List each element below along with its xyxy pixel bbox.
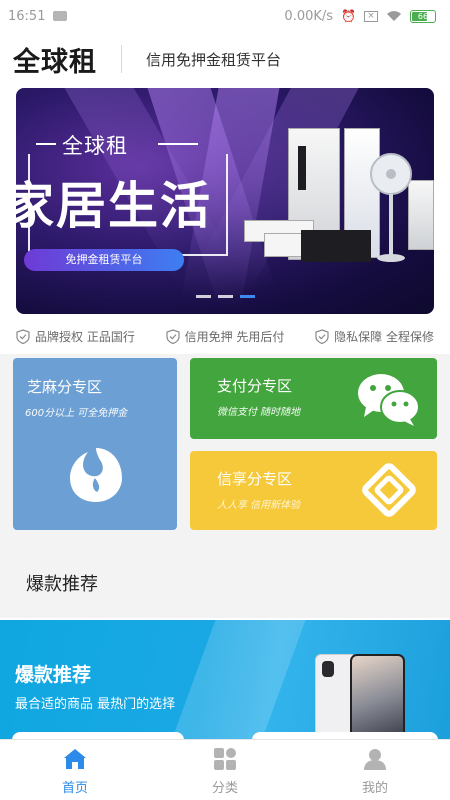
shield-check-icon — [16, 328, 30, 344]
battery-icon: 66 — [410, 9, 436, 23]
nav-label: 首页 — [61, 781, 88, 796]
guarantee-item: 隐私保障 全程保修 — [315, 326, 434, 346]
carousel-dot-active[interactable] — [239, 295, 255, 298]
guarantee-item: 信用免押 先用后付 — [165, 326, 285, 346]
alarm-off-icon: ⏰ — [341, 9, 356, 23]
carousel-indicators — [16, 295, 434, 298]
zone-title: 芝麻分专区 — [27, 378, 103, 396]
promo-sheen — [160, 620, 310, 750]
zone-description: 人人享 信用新体验 — [217, 500, 301, 511]
guarantee-label: 信用免押 先用后付 — [184, 329, 285, 344]
promo-banner-carousel[interactable]: 全球租 家居生活 免押金租赁平台 — [16, 88, 434, 314]
zone-title: 信享分专区 — [217, 470, 293, 488]
wifi-icon — [387, 11, 401, 21]
battery-level: 66 — [417, 11, 429, 21]
carousel-dot[interactable] — [217, 295, 233, 298]
nav-label: 我的 — [361, 781, 388, 796]
hot-picks-promo-banner[interactable]: 爆款推荐 最合适的商品 最热门的选择 — [0, 620, 450, 750]
sesame-credit-icon — [70, 448, 122, 502]
nav-category[interactable]: 分类 — [150, 740, 300, 800]
nav-label: 分类 — [211, 781, 238, 796]
guarantee-item: 品牌授权 正品国行 — [16, 326, 135, 346]
bottom-navigation: 首页 分类 我的 — [0, 739, 450, 800]
banner-big-title: 家居生活 — [16, 177, 212, 235]
refrigerator-panel — [298, 146, 306, 190]
guarantee-label: 隐私保障 全程保修 — [334, 329, 434, 344]
banner-pill: 免押金租赁平台 — [24, 249, 184, 271]
network-speed: 0.00K/s — [284, 8, 334, 24]
shield-check-icon — [165, 328, 180, 344]
zone-description: 600分以上 可全免押金 — [25, 408, 128, 419]
banner-decor-line — [158, 143, 198, 145]
wechat-icon — [358, 374, 420, 426]
shield-check-icon — [315, 328, 329, 344]
status-time: 16:51 — [8, 8, 46, 24]
guarantee-label: 品牌授权 正品国行 — [35, 329, 135, 344]
section-title-hot-picks: 爆款推荐 — [26, 574, 98, 595]
tv-image — [301, 230, 371, 262]
category-icon — [214, 748, 236, 770]
nav-profile[interactable]: 我的 — [300, 740, 450, 800]
banner-decor-line — [36, 143, 56, 145]
promo-title: 爆款推荐 — [15, 664, 92, 686]
credit-zone-card[interactable]: 信享分专区 人人享 信用新体验 — [190, 451, 437, 530]
sesame-credit-zone-card[interactable]: 芝麻分专区 600分以上 可全免押金 — [13, 358, 177, 530]
profile-icon — [364, 749, 386, 770]
electric-fan-image — [370, 153, 412, 262]
app-title: 全球租 — [13, 46, 97, 78]
nav-home[interactable]: 首页 — [0, 740, 150, 800]
carousel-dot[interactable] — [195, 295, 211, 298]
header-divider — [121, 45, 122, 73]
message-icon — [53, 11, 68, 21]
credit-diamond-icon — [362, 463, 416, 517]
status-bar: 16:51 0.00K/s ⏰ × 66 — [0, 0, 450, 32]
zone-description: 微信支付 随时随地 — [217, 407, 301, 418]
home-icon — [64, 749, 86, 769]
app-header: 全球租 信用免押金租赁平台 — [0, 32, 450, 86]
app-subtitle: 信用免押金租赁平台 — [146, 50, 282, 69]
guarantee-row: 品牌授权 正品国行 信用免押 先用后付 隐私保障 全程保修 — [16, 326, 434, 346]
promo-subtitle: 最合适的商品 最热门的选择 — [15, 697, 176, 712]
zone-title: 支付分专区 — [217, 377, 293, 395]
wechat-pay-zone-card[interactable]: 支付分专区 微信支付 随时随地 — [190, 358, 437, 439]
no-sim-icon: × — [364, 10, 378, 22]
